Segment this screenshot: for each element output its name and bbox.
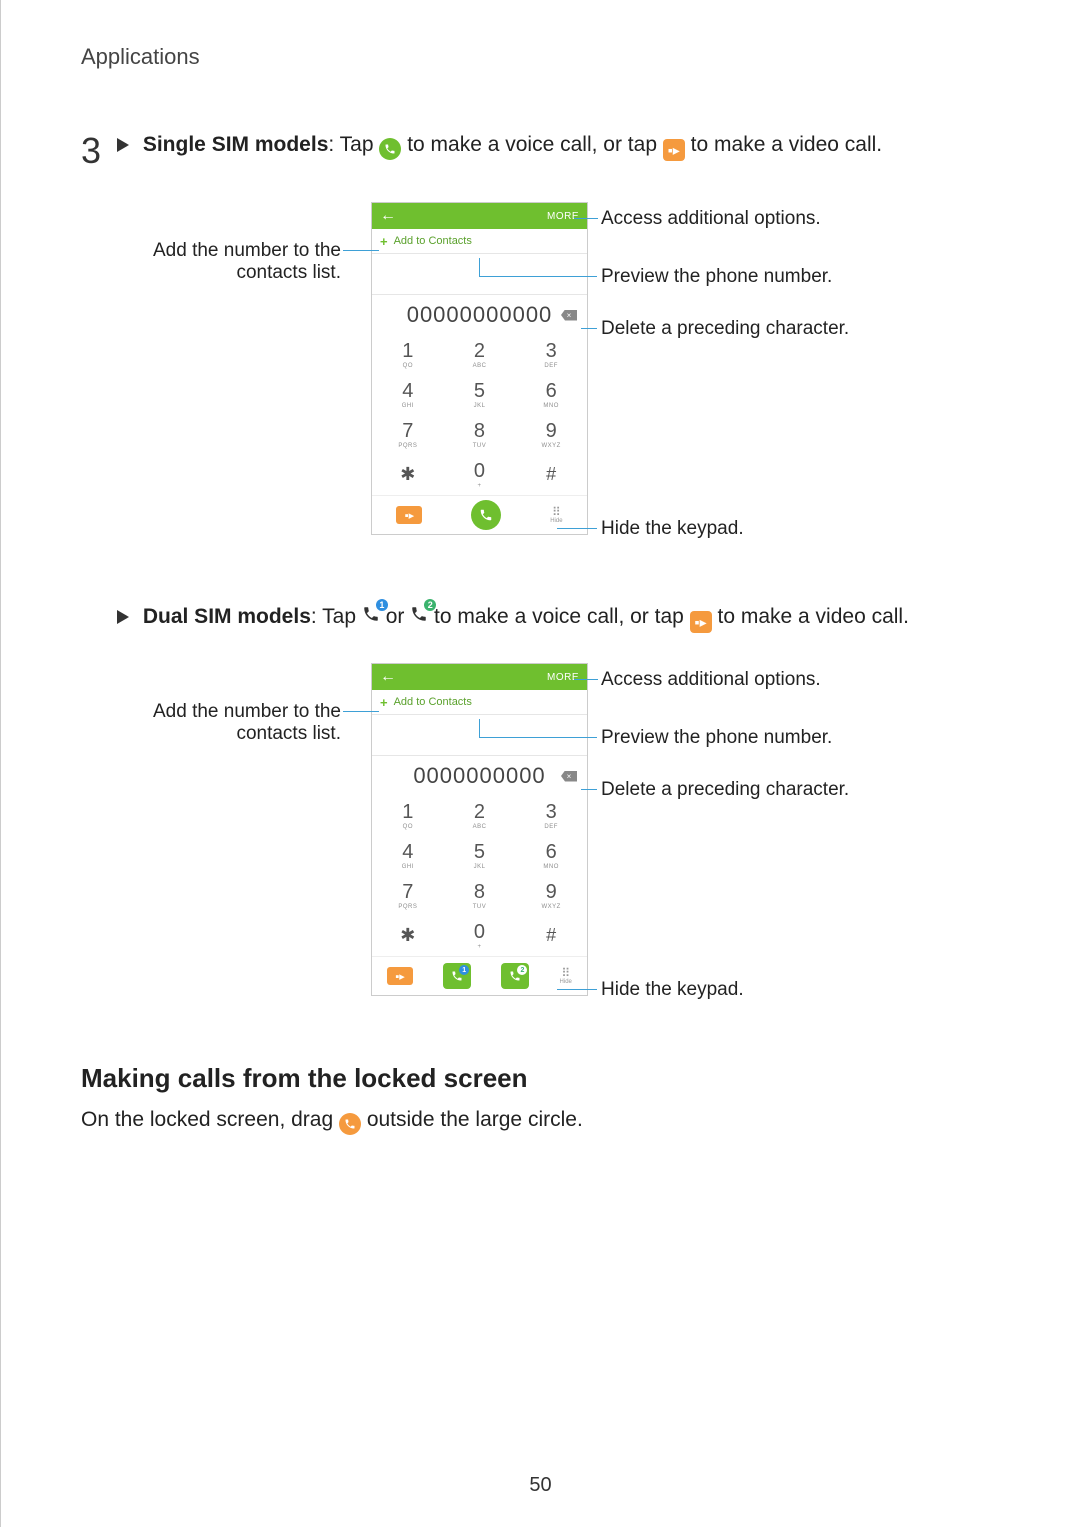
dial-key-5[interactable]: 5JKL bbox=[444, 375, 516, 415]
add-to-contacts-label: Add to Contacts bbox=[394, 235, 472, 247]
add-to-contacts-label: Add to Contacts bbox=[394, 696, 472, 708]
step-single-sim-text: Single SIM models: Tap to make a voice c… bbox=[117, 130, 882, 161]
dial-key-✱[interactable]: ✱ bbox=[372, 455, 444, 495]
dial-key-4[interactable]: 4GHI bbox=[372, 375, 444, 415]
figure-dual-sim: ← MORE + Add to Contacts 0000000000 × 1Q… bbox=[81, 663, 1001, 1023]
text-fragment: to make a video call. bbox=[685, 133, 882, 156]
dialed-number: 0000000000 bbox=[413, 763, 545, 789]
dial-key-#[interactable]: # bbox=[515, 455, 587, 495]
voice-call-button[interactable] bbox=[471, 500, 501, 530]
back-icon[interactable]: ← bbox=[380, 207, 396, 225]
dial-key-1[interactable]: 1QO bbox=[372, 796, 444, 836]
plus-icon: + bbox=[380, 695, 388, 710]
dial-key-8[interactable]: 8TUV bbox=[444, 415, 516, 455]
step-dual-sim-text: Dual SIM models: Tap 1 or 2 to make a vo… bbox=[117, 602, 1000, 633]
callout-delete: Delete a preceding character. bbox=[601, 318, 849, 340]
dial-key-9[interactable]: 9WXYZ bbox=[515, 876, 587, 916]
dial-key-2[interactable]: 2ABC bbox=[444, 335, 516, 375]
voice-call-icon bbox=[379, 138, 401, 160]
dial-key-7[interactable]: 7PQRS bbox=[372, 415, 444, 455]
text-fragment: to make a voice call, or tap bbox=[401, 133, 662, 156]
add-to-contacts-row[interactable]: + Add to Contacts bbox=[372, 229, 587, 254]
backspace-icon[interactable]: × bbox=[561, 310, 577, 321]
dialed-number: 00000000000 bbox=[407, 302, 553, 328]
triangle-bullet-icon bbox=[117, 610, 129, 624]
dial-keypad[interactable]: 1QO2ABC3DEF 4GHI5JKL6MNO 7PQRS8TUV9WXYZ ✱0+… bbox=[372, 796, 587, 956]
dial-key-2[interactable]: 2ABC bbox=[444, 796, 516, 836]
callout-hide: Hide the keypad. bbox=[601, 979, 744, 1001]
sim2-call-icon: 2 bbox=[410, 605, 428, 623]
figure-single-sim: ← MORE + Add to Contacts 00000000000 × 1… bbox=[81, 202, 1001, 562]
text-fragment: outside the large circle. bbox=[367, 1108, 583, 1131]
dial-key-#[interactable]: # bbox=[515, 916, 587, 956]
callout-preview: Preview the phone number. bbox=[601, 266, 832, 288]
callout-add-contact: Add the number to the contacts list. bbox=[81, 240, 341, 284]
callout-more: Access additional options. bbox=[601, 208, 821, 230]
dial-key-3[interactable]: 3DEF bbox=[515, 796, 587, 836]
text-fragment: : Tap bbox=[311, 605, 362, 628]
text-fragment: : Tap bbox=[328, 133, 379, 156]
phone-mock-single: ← MORE + Add to Contacts 00000000000 × 1… bbox=[371, 202, 588, 535]
step-number: 3 bbox=[81, 130, 117, 172]
sim2-call-button[interactable]: 2 bbox=[501, 963, 529, 989]
dial-key-0[interactable]: 0+ bbox=[444, 455, 516, 495]
video-call-button[interactable]: ▪▸ bbox=[387, 967, 413, 985]
section-header: Applications bbox=[81, 44, 1000, 70]
video-call-button[interactable]: ▪▸ bbox=[396, 506, 422, 524]
callout-preview: Preview the phone number. bbox=[601, 727, 832, 749]
hide-keypad-button[interactable]: ⠿Hide bbox=[550, 506, 562, 524]
dial-key-✱[interactable]: ✱ bbox=[372, 916, 444, 956]
dial-key-7[interactable]: 7PQRS bbox=[372, 876, 444, 916]
dial-keypad[interactable]: 1QO2ABC3DEF 4GHI5JKL6MNO 7PQRS8TUV9WXYZ ✱0+… bbox=[372, 335, 587, 495]
more-button[interactable]: MORE bbox=[547, 672, 579, 683]
add-to-contacts-row[interactable]: + Add to Contacts bbox=[372, 690, 587, 715]
dial-key-0[interactable]: 0+ bbox=[444, 916, 516, 956]
video-call-icon: ▪▸ bbox=[663, 139, 685, 161]
callout-hide: Hide the keypad. bbox=[601, 518, 744, 540]
dial-key-3[interactable]: 3DEF bbox=[515, 335, 587, 375]
callout-delete: Delete a preceding character. bbox=[601, 779, 849, 801]
phone-shortcut-icon bbox=[339, 1113, 361, 1135]
plus-icon: + bbox=[380, 234, 388, 249]
video-call-icon: ▪▸ bbox=[690, 611, 712, 633]
back-icon[interactable]: ← bbox=[380, 668, 396, 686]
single-sim-label: Single SIM models bbox=[143, 133, 329, 156]
sim1-call-icon: 1 bbox=[362, 605, 380, 623]
page-number: 50 bbox=[1, 1474, 1080, 1497]
phone-mock-dual: ← MORE + Add to Contacts 0000000000 × 1Q… bbox=[371, 663, 588, 996]
text-fragment: to make a voice call, or tap bbox=[428, 605, 689, 628]
dial-key-6[interactable]: 6MNO bbox=[515, 836, 587, 876]
locked-screen-text: On the locked screen, drag outside the l… bbox=[81, 1108, 1000, 1135]
callout-add-contact: Add the number to the contacts list. bbox=[81, 701, 341, 745]
subsection-heading: Making calls from the locked screen bbox=[81, 1063, 1000, 1094]
dial-key-4[interactable]: 4GHI bbox=[372, 836, 444, 876]
hide-keypad-button[interactable]: ⠿Hide bbox=[560, 967, 572, 985]
dial-key-9[interactable]: 9WXYZ bbox=[515, 415, 587, 455]
dial-key-5[interactable]: 5JKL bbox=[444, 836, 516, 876]
sim1-call-button[interactable]: 1 bbox=[443, 963, 471, 989]
dual-sim-label: Dual SIM models bbox=[143, 605, 311, 628]
text-fragment: On the locked screen, drag bbox=[81, 1108, 339, 1131]
dial-key-6[interactable]: 6MNO bbox=[515, 375, 587, 415]
callout-more: Access additional options. bbox=[601, 669, 821, 691]
triangle-bullet-icon bbox=[117, 138, 129, 152]
step-3: 3 Single SIM models: Tap to make a voice… bbox=[81, 130, 1000, 172]
backspace-icon[interactable]: × bbox=[561, 771, 577, 782]
dial-key-8[interactable]: 8TUV bbox=[444, 876, 516, 916]
text-fragment: to make a video call. bbox=[712, 605, 909, 628]
more-button[interactable]: MORE bbox=[547, 211, 579, 222]
dial-key-1[interactable]: 1QO bbox=[372, 335, 444, 375]
